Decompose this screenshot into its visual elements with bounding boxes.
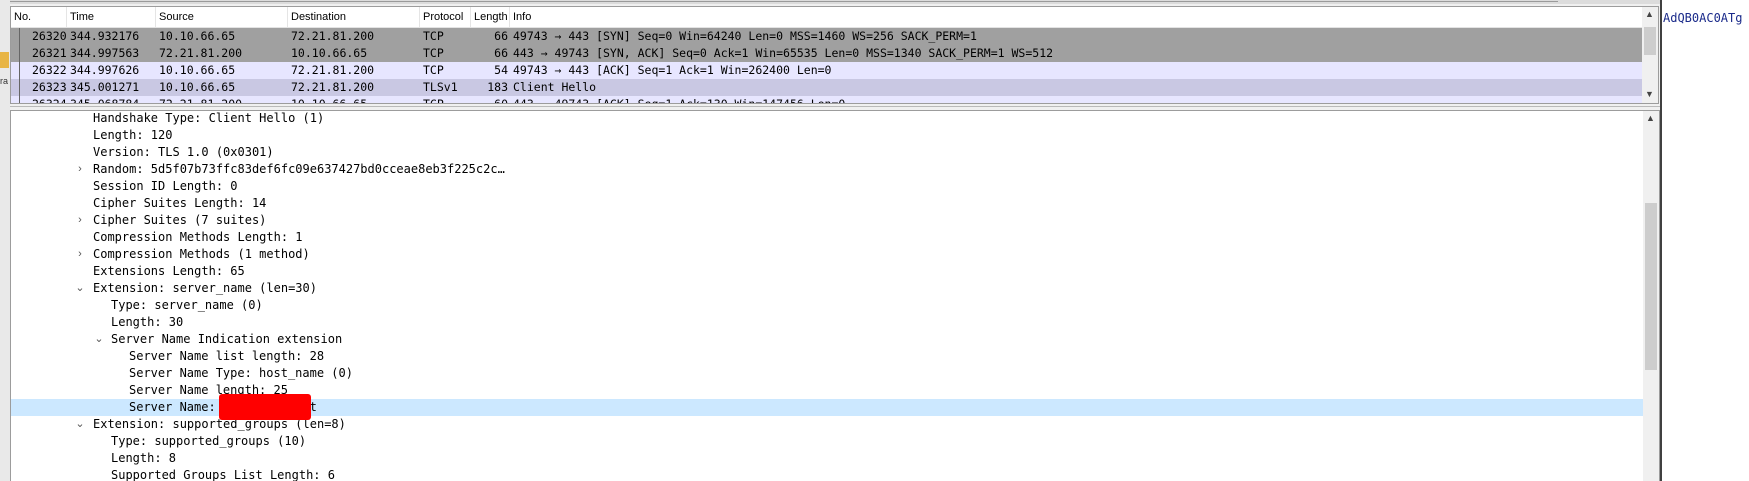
packet-protocol: TCP [423,46,444,60]
packet-info: 49743 → 443 [SYN] Seq=0 Win=64240 Len=0 … [513,29,977,43]
expand-arrow-icon[interactable]: › [75,161,85,178]
packet-length: 183 [487,80,508,94]
detail-row[interactable]: Server Name Type: host_name (0) [11,365,1643,382]
packet-time: 344.997563 [70,46,140,60]
packet-time: 345.068784 [70,97,140,104]
packet-protocol: TCP [423,29,444,43]
packet-destination: 72.21.81.200 [291,63,375,77]
top-toolbar-edge [10,0,1660,4]
left-edge-panel: ra [0,0,10,481]
column-header-time[interactable]: Time [67,7,156,27]
packet-row[interactable]: 26324 345.068784 72.21.81.200 10.10.66.6… [11,96,1643,104]
detail-row[interactable]: Server Name list length: 28 [11,348,1643,365]
column-header-length[interactable]: Length [471,7,510,27]
packet-row-selected[interactable]: 26323 345.001271 10.10.66.65 72.21.81.20… [11,79,1643,96]
packet-info: 443 → 49743 [ACK] Seq=1 Ack=130 Win=1474… [513,97,846,104]
packet-info: Client Hello [513,80,597,94]
packet-details-tree[interactable]: Handshake Type: Client Hello (1) Length:… [10,110,1660,481]
packet-no: 26321 [32,46,67,60]
detail-row[interactable]: Cipher Suites Length: 14 [11,195,1643,212]
packet-info: 443 → 49743 [SYN, ACK] Seq=0 Ack=1 Win=6… [513,46,1054,60]
packet-source: 72.21.81.200 [159,46,243,60]
packet-length: 60 [494,97,508,104]
packet-destination: 10.10.66.65 [291,97,368,104]
expand-arrow-icon[interactable]: › [75,212,85,229]
collapse-arrow-icon[interactable]: ⌄ [75,416,85,433]
packet-no: 26323 [32,80,67,94]
packet-length: 66 [494,29,508,43]
column-header-info[interactable]: Info [510,7,1643,27]
detail-row[interactable]: Version: TLS 1.0 (0x0301) [11,144,1643,161]
detail-row[interactable]: Length: 30 [11,314,1643,331]
column-header-source[interactable]: Source [156,7,288,27]
side-label: ra [0,76,9,86]
collapse-arrow-icon[interactable]: ⌄ [94,331,104,348]
packet-time: 344.932176 [70,29,140,43]
column-header-destination[interactable]: Destination [288,7,420,27]
packet-source: 10.10.66.65 [159,63,236,77]
packet-no: 26320 [32,29,67,43]
collapse-arrow-icon[interactable]: ⌄ [75,280,85,297]
detail-row[interactable]: Extensions Length: 65 [11,263,1643,280]
packet-source: 10.10.66.65 [159,80,236,94]
packet-row[interactable]: 26322 344.997626 10.10.66.65 72.21.81.20… [11,62,1643,79]
packet-protocol: TLSv1 [423,80,458,94]
expand-arrow-icon[interactable]: › [75,246,85,263]
detail-row[interactable]: Type: server_name (0) [11,297,1643,314]
packet-length: 54 [494,63,508,77]
detail-row[interactable]: Handshake Type: Client Hello (1) [11,111,1643,127]
detail-row[interactable]: ⌄ Server Name Indication extension [11,331,1643,348]
packet-list-header: No. Time Source Destination Protocol Len… [11,7,1643,28]
wireshark-window: ra No. Time Source Destination Protocol … [0,0,1660,481]
packet-length: 66 [494,46,508,60]
detail-row[interactable]: › Random: 5d5f07b73ffc83def6fc09e637427bd… [11,161,1643,178]
detail-row[interactable]: › Compression Methods (1 method) [11,246,1643,263]
packet-destination: 10.10.66.65 [291,46,368,60]
packet-source: 10.10.66.65 [159,29,236,43]
packet-info: 49743 → 443 [ACK] Seq=1 Ack=1 Win=262400… [513,63,832,77]
scrollbar-thumb[interactable] [1644,27,1656,55]
detail-row[interactable]: Supported Groups List Length: 6 [11,467,1643,481]
packet-protocol: TCP [423,63,444,77]
packet-list[interactable]: No. Time Source Destination Protocol Len… [10,6,1659,104]
detail-row[interactable]: ⌄ Extension: server_name (len=30) [11,280,1643,297]
packet-destination: 72.21.81.200 [291,80,375,94]
scroll-up-icon[interactable]: ▲ [1646,113,1655,123]
detail-row[interactable]: Session ID Length: 0 [11,178,1643,195]
packet-source: 72.21.81.200 [159,97,243,104]
detail-row[interactable]: Length: 120 [11,127,1643,144]
packet-destination: 72.21.81.200 [291,29,375,43]
scrollbar-thumb[interactable] [1645,203,1657,370]
packet-time: 344.997626 [70,63,140,77]
hex-pane: AdQB0AC0ATg [1660,0,1749,481]
detail-row[interactable]: Compression Methods Length: 1 [11,229,1643,246]
folder-icon [0,52,9,68]
hex-text: AdQB0AC0ATg [1663,11,1743,25]
detail-row[interactable]: Length: 8 [11,450,1643,467]
details-scrollbar[interactable]: ▲ [1643,111,1659,481]
scroll-up-icon[interactable]: ▲ [1645,9,1654,19]
packet-no: 26324 [32,97,67,104]
scroll-down-icon[interactable]: ▼ [1645,89,1654,99]
packet-protocol: TCP [423,97,444,104]
packet-no: 26322 [32,63,67,77]
packet-row[interactable]: 26320 344.932176 10.10.66.65 72.21.81.20… [11,28,1643,45]
detail-row[interactable]: Type: supported_groups (10) [11,433,1643,450]
packet-time: 345.001271 [70,80,140,94]
column-header-no[interactable]: No. [11,7,67,27]
redaction-box [219,394,311,420]
column-header-protocol[interactable]: Protocol [420,7,471,27]
packet-row[interactable]: 26321 344.997563 72.21.81.200 10.10.66.6… [11,45,1643,62]
detail-row[interactable]: › Cipher Suites (7 suites) [11,212,1643,229]
packet-list-scrollbar[interactable]: ▲ ▼ [1642,7,1658,103]
